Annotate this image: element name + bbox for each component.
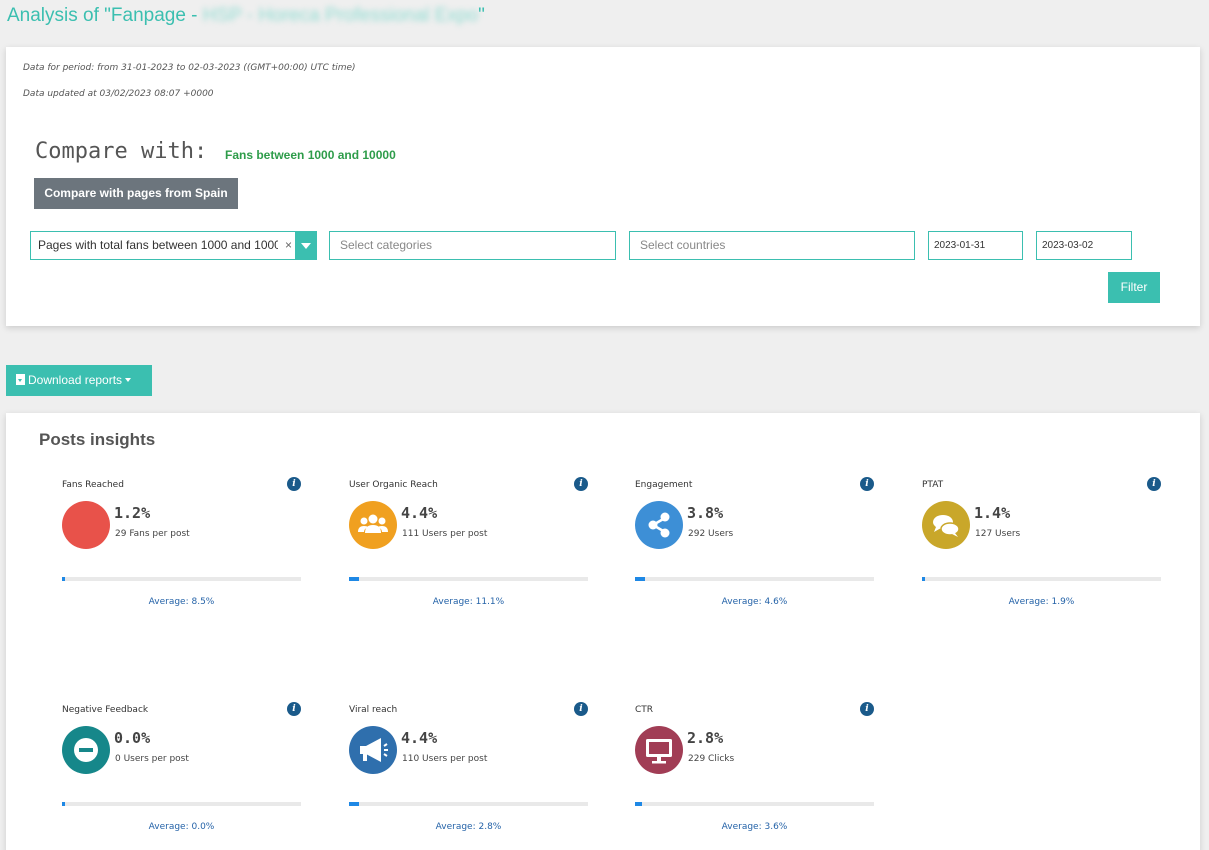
info-icon[interactable]: i (287, 702, 301, 716)
metric-engagement: Engagement i 3.8% 292 Users Average: 4.6… (635, 477, 875, 640)
compare-heading: Compare with: (35, 139, 208, 164)
metric-average: Average: 4.6% (721, 597, 788, 607)
metric-progress (349, 577, 588, 581)
fans-range-value: Pages with total fans between 1000 and 1… (38, 238, 278, 252)
info-icon[interactable]: i (574, 702, 588, 716)
posts-insights-card: Posts insights Fans Reached i 1.2% 29 Fa… (6, 413, 1200, 850)
info-icon[interactable]: i (1147, 477, 1161, 491)
metric-circle (349, 501, 397, 549)
metric-value: 1.2% (114, 504, 151, 522)
metric-label: Engagement (635, 480, 693, 490)
metric-sub: 127 Users (975, 529, 1021, 539)
compare-value: Fans between 1000 and 10000 (225, 148, 396, 162)
metric-value: 2.8% (687, 729, 724, 747)
metric-progress-fill (349, 577, 359, 581)
info-icon[interactable]: i (860, 702, 874, 716)
metric-average: Average: 8.5% (148, 597, 215, 607)
filter-card: Data for period: from 31-01-2023 to 02-0… (6, 47, 1200, 326)
title-prefix: Analysis of "Fanpage - (7, 5, 203, 26)
file-download-icon (16, 374, 25, 385)
metric-value: 1.4% (974, 504, 1011, 522)
compare-country-button[interactable]: Compare with pages from Spain (34, 178, 238, 209)
fans-range-select[interactable]: Pages with total fans between 1000 and 1… (30, 231, 317, 260)
metric-ptat: PTAT i 1.4% 127 Users Average: 1.9% (922, 477, 1162, 640)
countries-select[interactable]: Select countries (629, 231, 915, 260)
users-icon (358, 514, 388, 533)
metric-progress-fill (635, 577, 645, 581)
metric-sub: 229 Clicks (688, 754, 735, 764)
metric-fans-reached: Fans Reached i 1.2% 29 Fans per post Ave… (62, 477, 302, 640)
page-title: Analysis of "Fanpage - HSP - Horeca Prof… (7, 5, 485, 27)
filter-button[interactable]: Filter (1108, 272, 1160, 303)
metric-label: User Organic Reach (349, 480, 438, 490)
info-icon[interactable]: i (287, 477, 301, 491)
share-icon (648, 512, 670, 538)
title-suffix: " (478, 5, 485, 26)
metric-ctr: CTR i 2.8% 229 Clicks Average: 3.6% (635, 702, 875, 850)
metric-value: 3.8% (687, 504, 724, 522)
metric-sub: 110 Users per post (402, 754, 488, 764)
metric-circle (635, 501, 683, 549)
metric-progress-fill (62, 802, 65, 806)
metric-label: Viral reach (349, 705, 398, 715)
metric-progress-fill (922, 577, 925, 581)
info-icon[interactable]: i (574, 477, 588, 491)
metric-progress (62, 577, 301, 581)
metric-average: Average: 11.1% (432, 597, 505, 607)
categories-select[interactable]: Select categories (329, 231, 616, 260)
download-label: Download reports (28, 373, 123, 387)
metric-circle (922, 501, 970, 549)
metric-negative-feedback: Negative Feedback i 0.0% 0 Users per pos… (62, 702, 302, 850)
metric-label: Negative Feedback (62, 705, 149, 715)
date-to-input[interactable]: 2023-03-02 (1036, 231, 1132, 260)
metric-progress (635, 577, 874, 581)
metric-value: 4.4% (401, 729, 438, 747)
metric-progress (635, 802, 874, 806)
monitor-icon (646, 739, 672, 764)
metric-progress (62, 802, 301, 806)
metric-progress-fill (62, 577, 65, 581)
chat-icon (933, 515, 960, 537)
metric-label: Fans Reached (62, 480, 124, 490)
data-period: Data for period: from 31-01-2023 to 02-0… (23, 63, 356, 73)
metric-viral-reach: Viral reach i 4.4% 110 Users per post Av… (349, 702, 589, 850)
metric-value: 0.0% (114, 729, 151, 747)
metric-progress-fill (635, 802, 642, 806)
megaphone-icon (360, 738, 388, 762)
metric-sub: 0 Users per post (115, 754, 189, 764)
metric-average: Average: 0.0% (148, 822, 215, 832)
metric-circle (635, 726, 683, 774)
metric-label: CTR (635, 705, 654, 715)
metric-average: Average: 3.6% (721, 822, 788, 832)
clear-icon[interactable]: × (285, 232, 292, 259)
metric-value: 4.4% (401, 504, 438, 522)
date-from-input[interactable]: 2023-01-31 (928, 231, 1023, 260)
insights-title: Posts insights (39, 430, 156, 449)
metric-sub: 111 Users per post (402, 529, 488, 539)
info-icon[interactable]: i (860, 477, 874, 491)
metric-circle (62, 501, 110, 549)
metric-progress-fill (349, 802, 359, 806)
download-reports-button[interactable]: Download reports (6, 365, 152, 396)
metric-sub: 29 Fans per post (115, 529, 190, 539)
metric-user-organic-reach: User Organic Reach i 4.4% 111 Users per … (349, 477, 589, 640)
metric-progress (922, 577, 1161, 581)
metric-average: Average: 2.8% (435, 822, 502, 832)
minus-circle-icon (74, 738, 98, 762)
chevron-down-icon[interactable] (295, 232, 316, 259)
data-updated: Data updated at 03/02/2023 08:07 +0000 (23, 89, 214, 99)
metric-circle (62, 726, 110, 774)
title-page-name: HSP - Horeca Professional Expo (202, 5, 479, 26)
metric-circle (349, 726, 397, 774)
caret-down-icon (125, 378, 132, 382)
metric-average: Average: 1.9% (1008, 597, 1075, 607)
metric-sub: 292 Users (688, 529, 734, 539)
metric-label: PTAT (922, 480, 944, 490)
metric-progress (349, 802, 588, 806)
